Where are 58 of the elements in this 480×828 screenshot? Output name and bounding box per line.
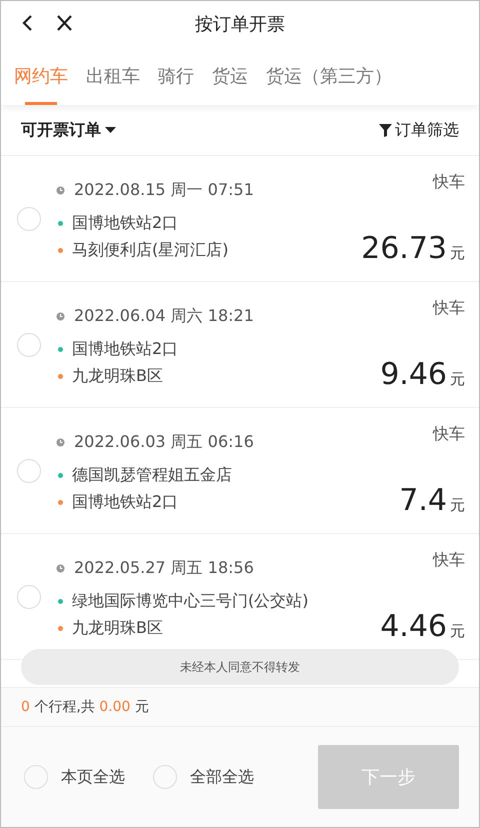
clock-icon: [56, 186, 65, 195]
back-icon[interactable]: [21, 14, 35, 32]
start-address: 绿地国际博览中心三号门(公交站): [72, 591, 308, 612]
ride-type: 快车: [433, 424, 465, 444]
order-type-dropdown[interactable]: 可开票订单: [21, 120, 116, 140]
start-address: 国博地铁站2口: [72, 339, 178, 360]
end-address: 国博地铁站2口: [72, 492, 178, 513]
end-dot: [58, 248, 63, 253]
tab[interactable]: 骑行: [149, 47, 203, 105]
ride-type: 快车: [433, 172, 465, 192]
order-amount: 26.73: [361, 230, 447, 266]
end-dot: [58, 626, 63, 631]
filter-icon: [379, 123, 392, 137]
select-page-radio[interactable]: [24, 765, 48, 789]
order-radio[interactable]: [17, 206, 41, 230]
tab[interactable]: 货运: [203, 47, 257, 105]
ride-type: 快车: [433, 298, 465, 318]
window-title: 按订单开票: [195, 13, 285, 36]
start-dot: [58, 221, 63, 226]
start-dot: [58, 473, 63, 478]
order-radio[interactable]: [17, 458, 41, 482]
order-amount: 9.46: [380, 356, 447, 392]
order-amount: 4.46: [380, 608, 447, 644]
order-time: 2022.05.27 周五 18:56: [74, 558, 254, 579]
order-radio[interactable]: [17, 332, 41, 356]
caret-icon: [105, 126, 116, 134]
close-icon[interactable]: [56, 14, 73, 32]
start-address: 国博地铁站2口: [72, 213, 178, 234]
currency-unit: 元: [450, 370, 465, 388]
end-address: 九龙明珠B区: [72, 366, 163, 387]
end-address: 九龙明珠B区: [72, 618, 163, 639]
currency-unit: 元: [450, 496, 465, 514]
end-dot: [58, 374, 63, 379]
clock-icon: [56, 564, 65, 573]
tab[interactable]: 网约车: [5, 47, 77, 105]
order-time: 2022.06.03 周五 06:16: [74, 432, 254, 453]
selection-summary: 0 个行程,共 0.00 元: [21, 698, 149, 716]
order-amount: 7.4: [399, 482, 447, 518]
select-all-radio[interactable]: [153, 765, 177, 789]
order-radio[interactable]: [17, 584, 41, 608]
order-time: 2022.08.15 周一 07:51: [74, 180, 254, 201]
start-dot: [58, 599, 63, 604]
clock-icon: [56, 312, 65, 321]
clock-icon: [56, 438, 65, 447]
order-time: 2022.06.04 周六 18:21: [74, 306, 254, 327]
end-dot: [58, 500, 63, 505]
start-address: 德国凯瑟管程姐五金店: [72, 465, 232, 486]
currency-unit: 元: [450, 244, 465, 262]
filter-button[interactable]: 订单筛选: [379, 120, 459, 140]
toast-message: 未经本人同意不得转发: [21, 649, 459, 685]
currency-unit: 元: [450, 622, 465, 640]
select-all-label[interactable]: 全部全选: [190, 766, 254, 788]
start-dot: [58, 347, 63, 352]
ride-type: 快车: [433, 550, 465, 570]
tab[interactable]: 出租车: [77, 47, 149, 105]
end-address: 马刻便利店(星河汇店): [72, 240, 228, 261]
tab[interactable]: 货运（第三方）: [257, 47, 401, 105]
select-page-label[interactable]: 本页全选: [61, 766, 125, 788]
